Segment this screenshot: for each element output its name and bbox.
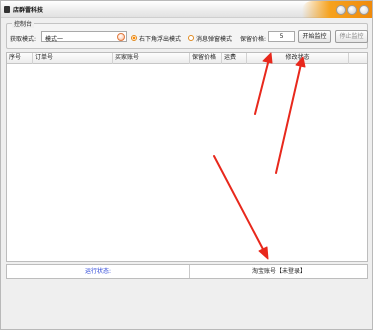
mode-label: 获取模式: bbox=[10, 36, 37, 43]
taobao-account-status: 淘宝账号【未登录】 bbox=[251, 268, 306, 275]
app-icon bbox=[4, 6, 10, 13]
column-header-index[interactable]: 序号 bbox=[7, 53, 33, 64]
stop-monitor-button[interactable]: 停止监控 bbox=[335, 30, 368, 43]
app-window: 店群雷科技 控制台 获取模式: 模式一 右下角浮出模式 消息弹窗模式 保留价格:… bbox=[0, 0, 373, 330]
price-input[interactable]: 5 bbox=[268, 31, 295, 42]
radio-corner-popup-label[interactable]: 右下角浮出模式 bbox=[139, 34, 181, 43]
minimize-button[interactable] bbox=[336, 5, 346, 15]
column-header-order-id[interactable]: 订单号 bbox=[33, 53, 113, 64]
close-button[interactable] bbox=[359, 5, 369, 15]
start-monitor-button[interactable]: 开始监控 bbox=[298, 30, 331, 43]
column-header-buyer-account[interactable]: 买家账号 bbox=[113, 53, 190, 64]
column-header-shipping[interactable]: 运费 bbox=[222, 53, 247, 64]
column-header-reserve-price[interactable]: 保留价格 bbox=[190, 53, 222, 64]
chevron-down-icon[interactable] bbox=[117, 33, 125, 41]
control-panel-label: 控制台 bbox=[12, 19, 35, 28]
run-status: 运行状态: bbox=[7, 265, 190, 278]
mode-select-value: 模式一 bbox=[45, 36, 64, 43]
window-title: 店群雷科技 bbox=[13, 7, 44, 14]
radio-corner-popup[interactable] bbox=[131, 35, 137, 41]
column-header-modify-status[interactable]: 修改状态 bbox=[247, 53, 349, 64]
title-bar[interactable]: 店群雷科技 bbox=[1, 1, 372, 18]
order-table: 序号 订单号 买家账号 保留价格 运费 修改状态 bbox=[6, 52, 368, 262]
mode-select[interactable]: 模式一 bbox=[41, 31, 127, 43]
radio-message-popup[interactable] bbox=[188, 35, 194, 41]
table-header: 序号 订单号 买家账号 保留价格 运费 修改状态 bbox=[7, 53, 367, 64]
maximize-button[interactable] bbox=[347, 5, 357, 15]
radio-message-popup-label[interactable]: 消息弹窗模式 bbox=[196, 34, 232, 43]
price-label: 保留价格: bbox=[240, 36, 267, 43]
control-panel: 控制台 获取模式: 模式一 右下角浮出模式 消息弹窗模式 保留价格: 5 开始监… bbox=[6, 19, 368, 49]
status-bar: 运行状态: 淘宝账号【未登录】 bbox=[6, 264, 368, 279]
